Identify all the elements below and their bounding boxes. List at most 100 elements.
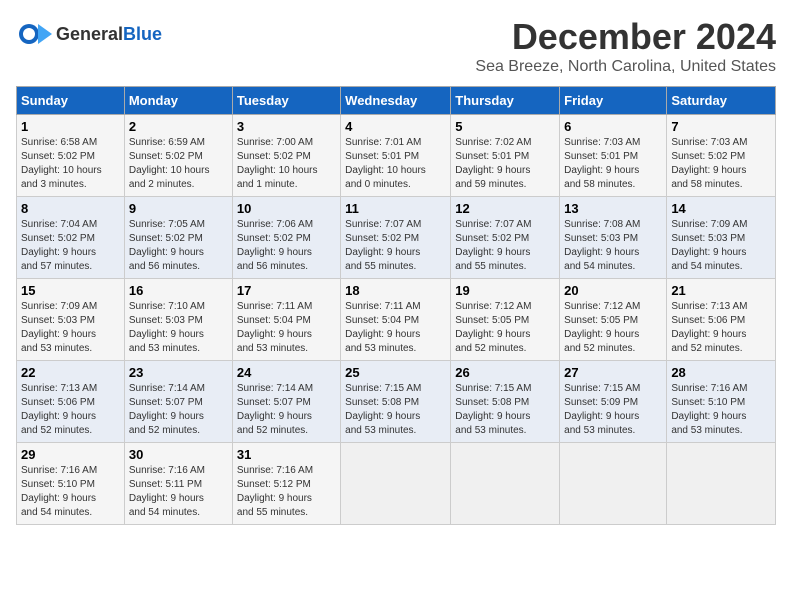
day-info: Sunrise: 7:07 AMSunset: 5:02 PMDaylight:… [345,218,446,274]
day-info: Sunrise: 7:03 AMSunset: 5:02 PMDaylight:… [671,136,771,192]
header-cell-monday: Monday [124,87,232,115]
day-info: Sunrise: 7:03 AMSunset: 5:01 PMDaylight:… [564,136,662,192]
day-cell: 19 Sunrise: 7:12 AMSunset: 5:05 PMDayligh… [451,279,560,361]
day-number: 9 [129,201,228,216]
day-number: 10 [237,201,336,216]
day-cell: 3Sunrise: 7:00 AMSunset: 5:02 PMDaylight… [232,115,340,197]
calendar-header: SundayMondayTuesdayWednesdayThursdayFrid… [17,87,776,115]
day-number: 30 [129,447,228,462]
day-number: 12 [455,201,555,216]
day-info: Sunrise: 6:59 AMSunset: 5:02 PMDaylight:… [129,136,228,192]
day-cell: 30 Sunrise: 7:16 AMSunset: 5:11 PMDayligh… [124,443,232,525]
day-cell: 14 Sunrise: 7:09 AMSunset: 5:03 PMDayligh… [667,197,776,279]
day-number: 17 [237,283,336,298]
day-number: 27 [564,365,662,380]
day-info: Sunrise: 7:14 AMSunset: 5:07 PMDaylight:… [237,382,336,438]
day-info: Sunrise: 7:15 AMSunset: 5:09 PMDaylight:… [564,382,662,438]
day-cell: 23 Sunrise: 7:14 AMSunset: 5:07 PMDayligh… [124,361,232,443]
day-info: Sunrise: 7:09 AMSunset: 5:03 PMDaylight:… [21,300,120,356]
day-info: Sunrise: 7:13 AMSunset: 5:06 PMDaylight:… [21,382,120,438]
week-row-5: 29 Sunrise: 7:16 AMSunset: 5:10 PMDayligh… [17,443,776,525]
day-number: 4 [345,119,446,134]
day-cell: 24 Sunrise: 7:14 AMSunset: 5:07 PMDayligh… [232,361,340,443]
day-cell [451,443,560,525]
day-number: 13 [564,201,662,216]
day-cell: 17 Sunrise: 7:11 AMSunset: 5:04 PMDayligh… [232,279,340,361]
day-number: 11 [345,201,446,216]
day-number: 21 [671,283,771,298]
day-info: Sunrise: 7:14 AMSunset: 5:07 PMDaylight:… [129,382,228,438]
week-row-4: 22Sunrise: 7:13 AMSunset: 5:06 PMDayligh… [17,361,776,443]
day-number: 15 [21,283,120,298]
day-cell: 11 Sunrise: 7:07 AMSunset: 5:02 PMDayligh… [341,197,451,279]
day-info: Sunrise: 7:16 AMSunset: 5:10 PMDaylight:… [21,464,120,520]
day-cell: 22Sunrise: 7:13 AMSunset: 5:06 PMDayligh… [17,361,125,443]
day-cell: 26Sunrise: 7:15 AMSunset: 5:08 PMDayligh… [451,361,560,443]
day-info: Sunrise: 7:07 AMSunset: 5:02 PMDaylight:… [455,218,555,274]
day-info: Sunrise: 7:04 AMSunset: 5:02 PMDaylight:… [21,218,120,274]
logo: GeneralBlue [16,16,162,52]
header-cell-sunday: Sunday [17,87,125,115]
day-info: Sunrise: 7:11 AMSunset: 5:04 PMDaylight:… [237,300,336,356]
day-cell: 18Sunrise: 7:11 AMSunset: 5:04 PMDayligh… [341,279,451,361]
day-number: 26 [455,365,555,380]
day-number: 6 [564,119,662,134]
day-cell: 12 Sunrise: 7:07 AMSunset: 5:02 PMDayligh… [451,197,560,279]
day-number: 1 [21,119,120,134]
day-number: 8 [21,201,120,216]
day-info: Sunrise: 7:09 AMSunset: 5:03 PMDaylight:… [671,218,771,274]
day-info: Sunrise: 7:16 AMSunset: 5:10 PMDaylight:… [671,382,771,438]
day-cell: 13 Sunrise: 7:08 AMSunset: 5:03 PMDayligh… [560,197,667,279]
day-number: 2 [129,119,228,134]
day-cell: 9 Sunrise: 7:05 AMSunset: 5:02 PMDaylight… [124,197,232,279]
day-info: Sunrise: 7:15 AMSunset: 5:08 PMDaylight:… [345,382,446,438]
day-cell: 2 Sunrise: 6:59 AMSunset: 5:02 PMDaylight… [124,115,232,197]
header-cell-thursday: Thursday [451,87,560,115]
day-info: Sunrise: 7:13 AMSunset: 5:06 PMDaylight:… [671,300,771,356]
day-number: 28 [671,365,771,380]
day-cell: 28 Sunrise: 7:16 AMSunset: 5:10 PMDayligh… [667,361,776,443]
day-info: Sunrise: 7:12 AMSunset: 5:05 PMDaylight:… [455,300,555,356]
day-info: Sunrise: 7:05 AMSunset: 5:02 PMDaylight:… [129,218,228,274]
day-cell [341,443,451,525]
day-cell: 29 Sunrise: 7:16 AMSunset: 5:10 PMDayligh… [17,443,125,525]
day-cell: 27 Sunrise: 7:15 AMSunset: 5:09 PMDayligh… [560,361,667,443]
day-number: 19 [455,283,555,298]
calendar-table: SundayMondayTuesdayWednesdayThursdayFrid… [16,86,776,525]
header-cell-wednesday: Wednesday [341,87,451,115]
logo-general: GeneralBlue [56,24,162,45]
day-info: Sunrise: 7:16 AMSunset: 5:11 PMDaylight:… [129,464,228,520]
day-cell: 1 Sunrise: 6:58 AMSunset: 5:02 PMDaylight… [17,115,125,197]
day-cell: 5Sunrise: 7:02 AMSunset: 5:01 PMDaylight… [451,115,560,197]
week-row-2: 8 Sunrise: 7:04 AMSunset: 5:02 PMDaylight… [17,197,776,279]
day-number: 24 [237,365,336,380]
day-info: Sunrise: 6:58 AMSunset: 5:02 PMDaylight:… [21,136,120,192]
day-cell: 6 Sunrise: 7:03 AMSunset: 5:01 PMDaylight… [560,115,667,197]
day-cell [667,443,776,525]
month-title: December 2024 [475,16,776,58]
day-cell: 10Sunrise: 7:06 AMSunset: 5:02 PMDayligh… [232,197,340,279]
header-cell-saturday: Saturday [667,87,776,115]
day-info: Sunrise: 7:12 AMSunset: 5:05 PMDaylight:… [564,300,662,356]
calendar-body: 1 Sunrise: 6:58 AMSunset: 5:02 PMDaylight… [17,115,776,525]
day-cell: 15 Sunrise: 7:09 AMSunset: 5:03 PMDayligh… [17,279,125,361]
day-number: 16 [129,283,228,298]
day-cell: 20 Sunrise: 7:12 AMSunset: 5:05 PMDayligh… [560,279,667,361]
day-cell: 25 Sunrise: 7:15 AMSunset: 5:08 PMDayligh… [341,361,451,443]
day-number: 5 [455,119,555,134]
day-number: 23 [129,365,228,380]
day-number: 14 [671,201,771,216]
page-header: GeneralBlue December 2024 Sea Breeze, No… [16,16,776,76]
week-row-1: 1 Sunrise: 6:58 AMSunset: 5:02 PMDaylight… [17,115,776,197]
day-info: Sunrise: 7:08 AMSunset: 5:03 PMDaylight:… [564,218,662,274]
day-number: 29 [21,447,120,462]
day-cell: 7Sunrise: 7:03 AMSunset: 5:02 PMDaylight… [667,115,776,197]
logo-icon [16,16,52,52]
day-cell: 16Sunrise: 7:10 AMSunset: 5:03 PMDayligh… [124,279,232,361]
day-number: 31 [237,447,336,462]
location-title: Sea Breeze, North Carolina, United State… [475,58,776,76]
day-number: 25 [345,365,446,380]
header-cell-friday: Friday [560,87,667,115]
day-cell: 31Sunrise: 7:16 AMSunset: 5:12 PMDayligh… [232,443,340,525]
day-number: 20 [564,283,662,298]
